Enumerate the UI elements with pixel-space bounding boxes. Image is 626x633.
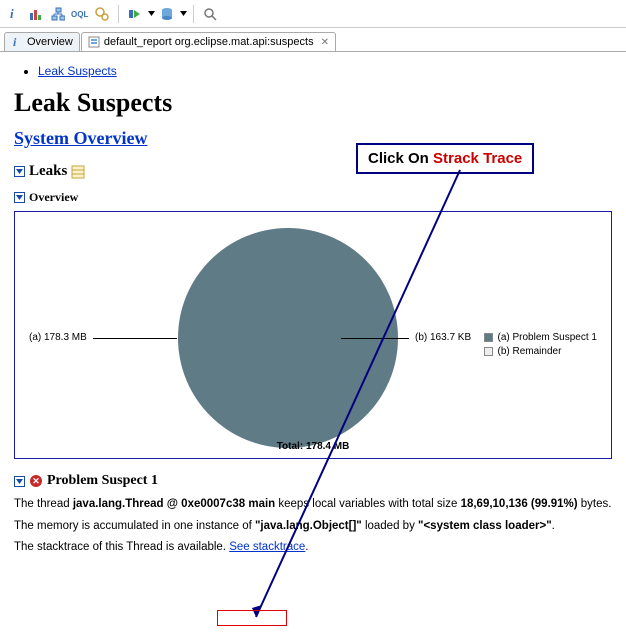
problem-desc-3: The stacktrace of this Thread is availab… [14,540,612,556]
chart-legend: (a) Problem Suspect 1 (b) Remainder [484,330,598,358]
bar-chart-icon[interactable] [26,4,46,24]
page-title: Leak Suspects [14,88,612,118]
annotation-callout: Click On Strack Trace [356,143,534,174]
run-dropdown-icon[interactable] [147,11,155,16]
collapse-icon[interactable] [14,166,25,177]
content-area: Leak Suspects Leak Suspects System Overv… [0,52,626,556]
info-icon: i [11,36,23,48]
run-icon[interactable] [125,4,145,24]
tab-label: default_report org.eclipse.mat.api:suspe… [104,36,314,48]
see-stacktrace-link[interactable]: See stacktrace [229,541,305,553]
toolbar-separator [118,5,119,23]
breadcrumb: Leak Suspects [14,64,612,78]
db-dropdown-icon[interactable] [179,11,187,16]
svg-text:OQL: OQL [71,10,88,19]
pie-chart: (a) 178.3 MB (b) 163.7 KB (a) Problem Su… [14,211,612,459]
tab-bar: i Overview default_report org.eclipse.ma… [0,28,626,52]
oql-icon[interactable]: OQL [70,4,90,24]
legend-item: (b) Remainder [498,346,562,357]
leaks-header-label: Leaks [29,163,67,180]
problem-suspect-label: Problem Suspect 1 [47,473,158,489]
table-icon[interactable] [71,165,85,179]
problem-desc-2: The memory is accumulated in one instanc… [14,519,612,535]
problem-suspect-header: ✕ Problem Suspect 1 [14,473,612,489]
toolbar-separator [193,5,194,23]
leader-line [93,338,177,339]
leader-line [341,338,409,339]
legend-swatch [484,333,493,342]
tab-label: Overview [27,36,73,48]
db-icon[interactable] [157,4,177,24]
pie-slice-a-label: (a) 178.3 MB [29,332,87,343]
system-overview-link[interactable]: System Overview [14,128,147,149]
legend-swatch [484,347,493,356]
legend-item: (a) Problem Suspect 1 [498,332,598,343]
close-icon[interactable]: ✕ [321,37,329,48]
collapse-icon[interactable] [14,192,25,203]
breadcrumb-link[interactable]: Leak Suspects [38,64,117,78]
report-icon [88,36,100,48]
gears-icon[interactable] [92,4,112,24]
info-icon[interactable]: i [4,4,24,24]
main-toolbar: i OQL [0,0,626,28]
problem-desc-1: The thread java.lang.Thread @ 0xe0007c38… [14,497,612,513]
tab-overview[interactable]: i Overview [4,32,80,51]
pie-total-label: Total: 178.4 MB [15,441,611,452]
overview-subheader: Overview [14,190,612,205]
overview-subheader-label: Overview [29,190,78,205]
error-icon: ✕ [30,475,42,487]
svg-text:i: i [13,36,17,48]
tree-icon[interactable] [48,4,68,24]
tab-suspects[interactable]: default_report org.eclipse.mat.api:suspe… [81,32,336,51]
search-icon[interactable] [200,4,220,24]
svg-text:i: i [10,7,14,21]
collapse-icon[interactable] [14,476,25,487]
annotation-highlight [217,610,287,626]
pie-slice-b-label: (b) 163.7 KB [415,332,471,343]
